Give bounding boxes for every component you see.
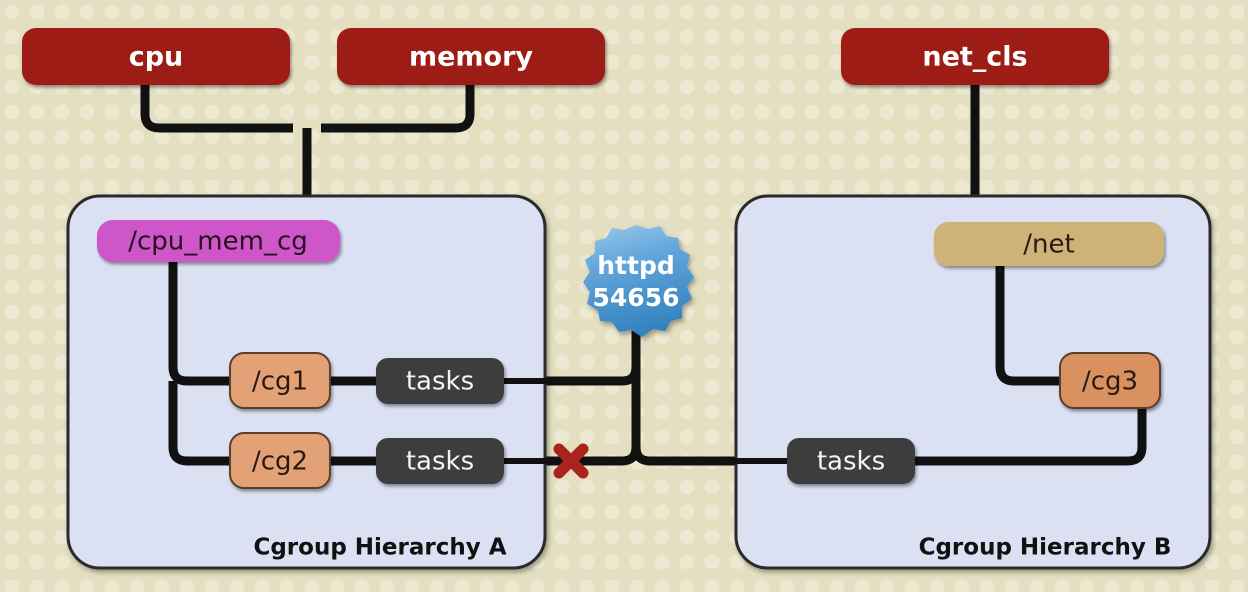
subsystem-net-cls[interactable]: net_cls (841, 28, 1109, 85)
node-cg3[interactable]: /cg3 (1059, 352, 1161, 409)
subsystem-boxes: cpu memory net_cls (22, 28, 1109, 85)
tasks-box-cg1[interactable]: tasks (376, 358, 504, 404)
diagram-canvas: cpu memory net_cls /cpu_mem_cg /cg1 task… (0, 0, 1248, 592)
process-badge-name: httpd (597, 251, 675, 280)
node-net[interactable]: /net (934, 222, 1164, 266)
tasks-box-cg2-label: tasks (406, 447, 474, 477)
node-cg2[interactable]: /cg2 (229, 432, 331, 489)
hierarchy-b-title: Cgroup Hierarchy B (919, 535, 1172, 561)
node-net-label: /net (1023, 230, 1074, 260)
tasks-box-cg3-label: tasks (817, 447, 885, 477)
tasks-box-cg2[interactable]: tasks (376, 438, 504, 484)
node-cpu-mem-cg-label: /cpu_mem_cg (128, 227, 308, 257)
process-badge-pid: 54656 (593, 283, 680, 312)
subsystem-net-cls-label: net_cls (922, 42, 1027, 73)
subsystem-memory[interactable]: memory (337, 28, 605, 85)
node-cpu-mem-cg[interactable]: /cpu_mem_cg (97, 220, 340, 262)
node-cg3-label: /cg3 (1082, 367, 1138, 397)
tasks-box-cg3[interactable]: tasks (787, 438, 915, 484)
subsystem-cpu-label: cpu (129, 42, 184, 73)
subsystem-memory-label: memory (409, 42, 533, 73)
subsystem-cpu[interactable]: cpu (22, 28, 290, 85)
node-cg1-label: /cg1 (252, 367, 308, 397)
hierarchy-a-title: Cgroup Hierarchy A (253, 535, 506, 561)
node-cg2-label: /cg2 (252, 447, 308, 477)
cgroup-hierarchy-diagram: cpu memory net_cls /cpu_mem_cg /cg1 task… (0, 0, 1248, 592)
node-cg1[interactable]: /cg1 (229, 352, 331, 409)
tasks-box-cg1-label: tasks (406, 367, 474, 397)
